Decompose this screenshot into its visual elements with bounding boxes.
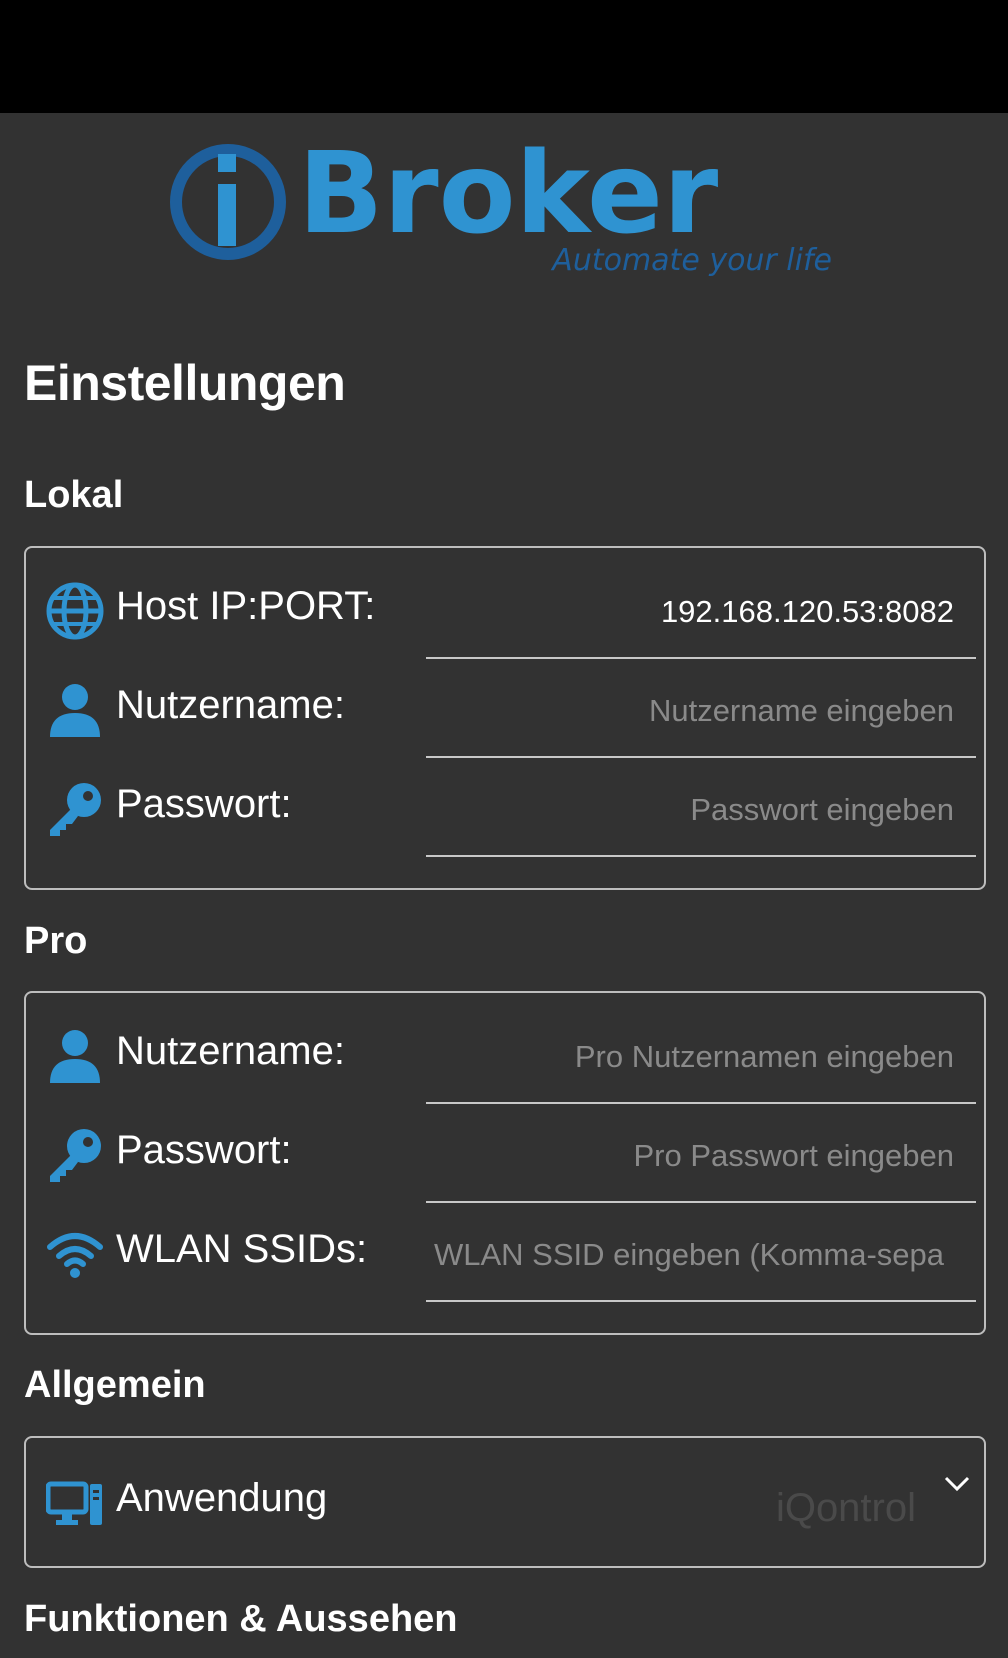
pro-ssids-field bbox=[426, 1203, 976, 1302]
card-pro: Nutzername: Passwort: WLAN SSIDs: bbox=[24, 991, 986, 1335]
wifi-icon bbox=[47, 1233, 103, 1278]
lokal-password-label: Passwort: bbox=[116, 782, 292, 826]
row-anwendung[interactable]: Anwendung iQontrol bbox=[26, 1452, 984, 1556]
globe-icon bbox=[46, 582, 104, 640]
row-pro-password: Passwort: bbox=[26, 1104, 984, 1203]
section-title-pro: Pro bbox=[24, 920, 88, 962]
lokal-password-input[interactable] bbox=[434, 788, 954, 832]
row-pro-ssids: WLAN SSIDs: bbox=[26, 1203, 984, 1302]
host-input[interactable] bbox=[434, 590, 954, 634]
computer-icon bbox=[46, 1481, 102, 1525]
pro-username-label: Nutzername: bbox=[116, 1029, 345, 1073]
chevron-down-icon[interactable] bbox=[942, 1468, 972, 1498]
logo-wordmark: Broker bbox=[298, 140, 718, 259]
host-field bbox=[426, 560, 976, 659]
pro-ssids-input[interactable] bbox=[434, 1233, 954, 1277]
row-lokal-username: Nutzername: bbox=[26, 659, 984, 758]
key-icon bbox=[50, 783, 101, 836]
status-bar bbox=[0, 0, 1008, 113]
card-lokal: Host IP:PORT: Nutzername: Passwort: bbox=[24, 546, 986, 890]
pro-ssids-label: WLAN SSIDs: bbox=[116, 1227, 368, 1271]
card-allgemein: Anwendung iQontrol bbox=[24, 1436, 986, 1568]
user-icon bbox=[50, 1030, 100, 1083]
pro-password-input[interactable] bbox=[434, 1134, 954, 1178]
key-icon bbox=[50, 1129, 101, 1182]
pro-username-field bbox=[426, 1005, 976, 1104]
pro-password-field bbox=[426, 1104, 976, 1203]
row-pro-username: Nutzername: bbox=[26, 1005, 984, 1104]
host-label: Host IP:PORT: bbox=[116, 584, 376, 628]
lokal-password-field bbox=[426, 758, 976, 857]
anwendung-select-value[interactable]: iQontrol bbox=[776, 1486, 916, 1531]
pro-username-input[interactable] bbox=[434, 1035, 954, 1079]
lokal-username-field bbox=[426, 659, 976, 758]
page-title: Einstellungen bbox=[24, 355, 346, 411]
anwendung-label: Anwendung bbox=[116, 1476, 328, 1520]
user-icon bbox=[50, 684, 100, 737]
section-title-allgemein: Allgemein bbox=[24, 1364, 206, 1406]
section-title-funktionen: Funktionen & Aussehen bbox=[24, 1598, 458, 1640]
section-title-lokal: Lokal bbox=[24, 474, 124, 516]
logo-tagline: Automate your life bbox=[550, 243, 832, 278]
lokal-username-label: Nutzername: bbox=[116, 683, 345, 727]
row-host: Host IP:PORT: bbox=[26, 560, 984, 659]
lokal-username-input[interactable] bbox=[434, 689, 954, 733]
row-lokal-password: Passwort: bbox=[26, 758, 984, 857]
pro-password-label: Passwort: bbox=[116, 1128, 292, 1172]
iobroker-logo: Broker Automate your life bbox=[170, 140, 832, 278]
